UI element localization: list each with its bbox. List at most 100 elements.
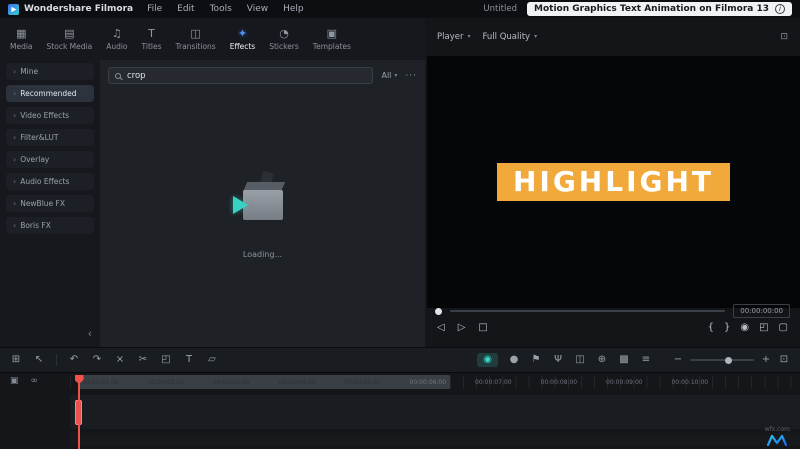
filmora-logo-icon bbox=[8, 3, 19, 15]
render-preview-icon[interactable]: ◉ bbox=[477, 353, 498, 367]
menu-bar: File Edit Tools View Help bbox=[147, 4, 304, 14]
previous-frame-button[interactable]: ◁ bbox=[437, 323, 445, 333]
timeline-ruler[interactable]: 00:00:01:00 00:00:02:00 00:00:03:00 00:0… bbox=[70, 375, 800, 389]
toolbar-right-group: ◉ ● ⚑ Ψ ◫ ⊕ ▩ ≡ − + ⊡ bbox=[477, 353, 790, 367]
ruler-label: 00:00:10:00 bbox=[671, 378, 709, 386]
fit-timeline-icon[interactable]: ⊡ bbox=[778, 355, 790, 365]
collapse-sidebar-button[interactable]: ‹ bbox=[88, 328, 92, 339]
ruler-label: 00:00:01:00 bbox=[82, 378, 119, 386]
zoom-out-icon[interactable]: − bbox=[672, 355, 684, 365]
sidebar-item-newblue-fx[interactable]: › NewBlue FX bbox=[6, 195, 94, 212]
expand-player-icon[interactable]: ⊡ bbox=[780, 32, 788, 42]
track-link-icon[interactable]: ∞ bbox=[31, 377, 39, 449]
zoom-in-icon[interactable]: + bbox=[760, 355, 772, 365]
tab-stock-media[interactable]: ▤ Stock Media bbox=[40, 28, 100, 51]
filter-dropdown[interactable]: All ▾ bbox=[381, 71, 397, 80]
playhead-dot[interactable] bbox=[435, 307, 442, 315]
snapshot-icon[interactable]: ◉ bbox=[740, 323, 749, 333]
effects-browser-panel: All ▾ ··· Loading... bbox=[100, 60, 425, 347]
undo-icon[interactable]: ↶ bbox=[68, 355, 80, 365]
video-track[interactable] bbox=[70, 395, 800, 429]
stop-button[interactable]: □ bbox=[478, 323, 487, 333]
split-screen-icon[interactable]: ◫ bbox=[574, 355, 586, 365]
watermark-text: wfx.com bbox=[764, 426, 790, 433]
zoom-slider[interactable] bbox=[690, 356, 754, 364]
tab-transitions[interactable]: ◫ Transitions bbox=[169, 28, 223, 51]
record-icon[interactable]: ● bbox=[508, 355, 520, 365]
menu-help[interactable]: Help bbox=[283, 4, 304, 14]
transport-controls: ◁ ▷ □ { } ◉ ◰ ▢ bbox=[425, 323, 800, 333]
chevron-right-icon: › bbox=[13, 220, 17, 230]
templates-icon: ▣ bbox=[326, 26, 338, 40]
chevron-down-icon: ▾ bbox=[534, 33, 538, 40]
app-title: Wondershare Filmora bbox=[24, 4, 134, 14]
play-triangle-icon bbox=[232, 196, 248, 214]
sidebar-item-overlay[interactable]: › Overlay bbox=[6, 151, 94, 168]
loading-text: Loading... bbox=[242, 250, 283, 259]
mark-out-icon[interactable]: } bbox=[724, 323, 730, 333]
manage-tracks-icon[interactable]: ▣ bbox=[10, 377, 19, 449]
add-text-icon[interactable]: T bbox=[183, 355, 195, 365]
tab-effects[interactable]: ✦ Effects bbox=[223, 28, 263, 51]
timeline-gutter: ▣ ∞ bbox=[0, 373, 70, 449]
crop-icon[interactable]: ◰ bbox=[160, 355, 172, 365]
tab-titles[interactable]: T Titles bbox=[135, 28, 169, 51]
loading-indicator: Loading... bbox=[231, 170, 295, 259]
zoom-slider-thumb[interactable] bbox=[725, 356, 733, 364]
time-display: 00:00:00:00 bbox=[733, 304, 790, 318]
sidebar-item-video-effects[interactable]: › Video Effects bbox=[6, 107, 94, 124]
menu-tools[interactable]: Tools bbox=[210, 4, 232, 14]
info-icon[interactable]: i bbox=[775, 4, 785, 14]
notification-text: Motion Graphics Text Animation on Filmor… bbox=[534, 4, 769, 14]
play-button[interactable]: ▷ bbox=[458, 323, 466, 333]
sidebar-item-recommended[interactable]: › Recommended bbox=[6, 85, 94, 102]
marker-icon[interactable]: ⚑ bbox=[530, 355, 542, 365]
motion-track-icon[interactable]: ⊕ bbox=[596, 355, 608, 365]
sidebar-item-mine[interactable]: › Mine bbox=[6, 63, 94, 80]
mark-in-icon[interactable]: { bbox=[708, 323, 714, 333]
delete-icon[interactable]: × bbox=[114, 355, 126, 365]
menu-edit[interactable]: Edit bbox=[177, 4, 194, 14]
preview-stage: HIGHLIGHT bbox=[427, 56, 800, 308]
tab-templates[interactable]: ▣ Templates bbox=[306, 28, 358, 51]
redo-icon[interactable]: ↷ bbox=[91, 355, 103, 365]
layout-icon[interactable]: ⊞ bbox=[10, 355, 22, 365]
clone-icon[interactable]: ▱ bbox=[206, 355, 218, 365]
media-icon: ▦ bbox=[16, 26, 27, 40]
crop-preview-icon[interactable]: ◰ bbox=[759, 323, 768, 333]
chevron-right-icon: › bbox=[13, 110, 17, 120]
ruler-label: 00:00:05:00 bbox=[344, 378, 381, 386]
timeline-playhead[interactable] bbox=[74, 375, 84, 449]
chevron-right-icon: › bbox=[13, 66, 17, 76]
menu-file[interactable]: File bbox=[147, 4, 162, 14]
menu-view[interactable]: View bbox=[247, 4, 268, 14]
sidebar-item-boris-fx[interactable]: › Boris FX bbox=[6, 217, 94, 234]
voiceover-mic-icon[interactable]: Ψ bbox=[552, 355, 564, 365]
quality-dropdown[interactable]: Full Quality ▾ bbox=[482, 32, 537, 42]
audio-track[interactable] bbox=[70, 433, 800, 446]
menubar-right: Untitled Motion Graphics Text Animation … bbox=[483, 2, 792, 16]
sidebar-item-audio-effects[interactable]: › Audio Effects bbox=[6, 173, 94, 190]
seek-bar[interactable] bbox=[450, 310, 726, 312]
chevron-right-icon: › bbox=[13, 198, 17, 208]
split-icon[interactable]: ✂ bbox=[137, 355, 149, 365]
list-view-icon[interactable]: ≡ bbox=[640, 355, 652, 365]
ruler-label: 00:00:08:00 bbox=[540, 378, 578, 386]
notification-banner[interactable]: Motion Graphics Text Animation on Filmor… bbox=[527, 2, 792, 16]
select-tool-icon[interactable]: ↖ bbox=[33, 355, 45, 365]
effects-icon: ✦ bbox=[237, 26, 248, 40]
stickers-icon: ◔ bbox=[279, 26, 289, 40]
chroma-key-icon[interactable]: ▩ bbox=[618, 355, 630, 365]
audio-icon: ♫ bbox=[111, 26, 122, 40]
loading-box-front bbox=[242, 190, 283, 220]
chevron-down-icon: ▾ bbox=[394, 71, 398, 79]
tab-audio[interactable]: ♫ Audio bbox=[99, 28, 134, 51]
sidebar-item-filter-lut[interactable]: › Filter&LUT bbox=[6, 129, 94, 146]
player-dropdown[interactable]: Player ▾ bbox=[437, 32, 470, 42]
fullscreen-icon[interactable]: ▢ bbox=[779, 323, 788, 333]
tab-media[interactable]: ▦ Media bbox=[3, 28, 40, 51]
tab-stickers[interactable]: ◔ Stickers bbox=[262, 28, 306, 51]
watermark-logo-icon bbox=[767, 434, 788, 446]
more-options-button[interactable]: ··· bbox=[405, 71, 417, 81]
search-input[interactable] bbox=[127, 70, 367, 81]
